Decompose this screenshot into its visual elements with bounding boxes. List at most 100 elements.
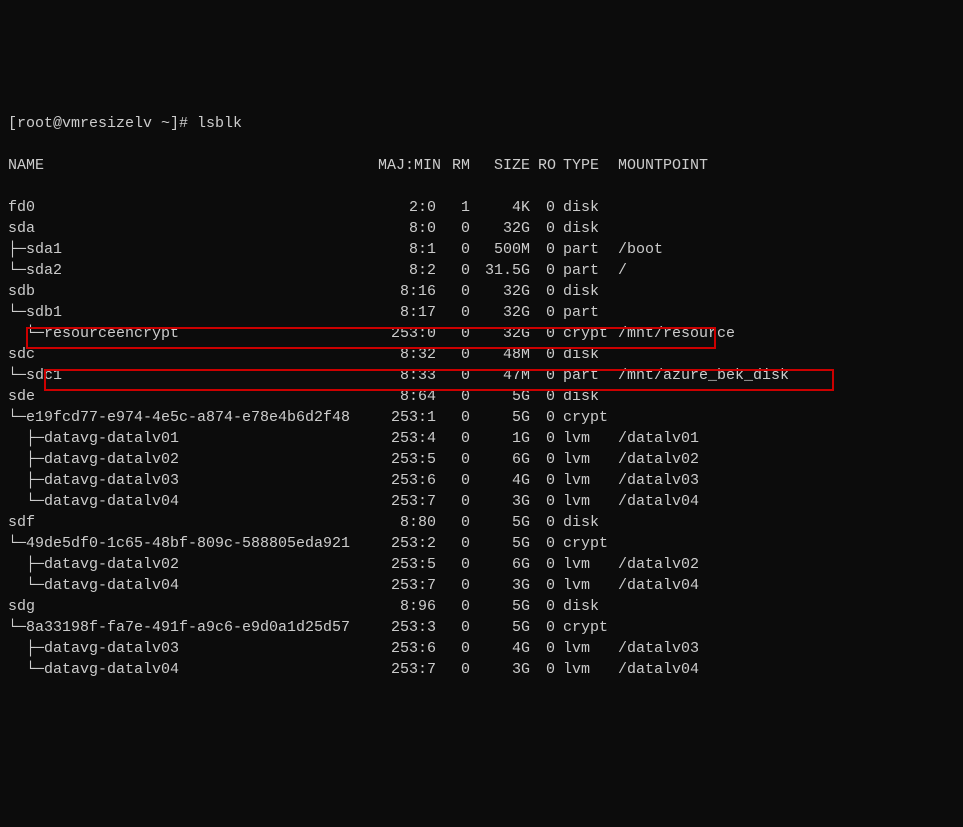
prompt-line[interactable]: [root@vmresizelv ~]# lsblk [8,113,955,134]
type: lvm [563,575,618,596]
type: lvm [563,638,618,659]
col-header-mount: MOUNTPOINT [618,155,708,176]
maj-min: 253:2 [378,533,448,554]
prompt-text: [root@vmresizelv ~]# [8,115,197,132]
ro: 0 [538,344,563,365]
ro: 0 [538,533,563,554]
table-row: ├─datavg-datalv02253:506G0lvm/datalv02 [8,449,955,470]
size: 4G [478,470,538,491]
size: 32G [478,281,538,302]
rm: 0 [448,260,478,281]
maj-min: 253:7 [378,575,448,596]
type: lvm [563,470,618,491]
size: 4G [478,638,538,659]
maj-min: 253:7 [378,659,448,680]
mountpoint: / [618,260,627,281]
rm: 0 [448,533,478,554]
table-row: ├─datavg-datalv03253:604G0lvm/datalv03 [8,470,955,491]
type: part [563,260,618,281]
type: lvm [563,554,618,575]
maj-min: 253:6 [378,638,448,659]
device-name: └─8a33198f-fa7e-491f-a9c6-e9d0a1d25d57 [8,617,378,638]
table-row: └─datavg-datalv04253:703G0lvm/datalv04 [8,659,955,680]
size: 32G [478,302,538,323]
device-name: sdf [8,512,378,533]
device-name: sda [8,218,378,239]
rm: 0 [448,491,478,512]
col-header-ro: RO [538,155,563,176]
table-row: ├─datavg-datalv03253:604G0lvm/datalv03 [8,638,955,659]
maj-min: 8:16 [378,281,448,302]
rm: 0 [448,407,478,428]
type: disk [563,512,618,533]
mountpoint: /mnt/resource [618,323,735,344]
rm: 0 [448,596,478,617]
table-row: sdb8:16032G0disk [8,281,955,302]
size: 31.5G [478,260,538,281]
device-name: └─sdb1 [8,302,378,323]
col-header-size: SIZE [478,155,538,176]
ro: 0 [538,575,563,596]
type: lvm [563,449,618,470]
rm: 0 [448,302,478,323]
device-name: ├─datavg-datalv02 [8,554,378,575]
command-text: lsblk [197,115,242,132]
table-row: └─sdc18:33047M0part/mnt/azure_bek_disk [8,365,955,386]
mountpoint: /datalv01 [618,428,699,449]
device-name: └─sda2 [8,260,378,281]
device-name: └─49de5df0-1c65-48bf-809c-588805eda921 [8,533,378,554]
size: 5G [478,596,538,617]
ro: 0 [538,596,563,617]
maj-min: 253:5 [378,554,448,575]
device-name: ├─sda1 [8,239,378,260]
ro: 0 [538,218,563,239]
mountpoint: /datalv04 [618,659,699,680]
device-name: └─e19fcd77-e974-4e5c-a874-e78e4b6d2f48 [8,407,378,428]
ro: 0 [538,260,563,281]
output-rows: fd02:014K0disksda8:0032G0disk├─sda18:105… [8,197,955,680]
rm: 1 [448,197,478,218]
device-name: sde [8,386,378,407]
maj-min: 8:80 [378,512,448,533]
type: crypt [563,533,618,554]
size: 48M [478,344,538,365]
device-name: └─datavg-datalv04 [8,491,378,512]
type: disk [563,218,618,239]
col-header-name: NAME [8,155,378,176]
mountpoint: /boot [618,239,663,260]
maj-min: 8:1 [378,239,448,260]
ro: 0 [538,386,563,407]
ro: 0 [538,365,563,386]
rm: 0 [448,323,478,344]
mountpoint: /datalv04 [618,575,699,596]
device-name: └─datavg-datalv04 [8,575,378,596]
ro: 0 [538,512,563,533]
ro: 0 [538,449,563,470]
table-row: └─49de5df0-1c65-48bf-809c-588805eda92125… [8,533,955,554]
size: 4K [478,197,538,218]
mountpoint: /datalv02 [618,449,699,470]
size: 32G [478,218,538,239]
ro: 0 [538,239,563,260]
maj-min: 8:17 [378,302,448,323]
col-header-type: TYPE [563,155,618,176]
ro: 0 [538,470,563,491]
table-row: └─resourceencrypt253:0032G0crypt/mnt/res… [8,323,955,344]
size: 5G [478,386,538,407]
type: disk [563,281,618,302]
table-row: sdf8:8005G0disk [8,512,955,533]
size: 47M [478,365,538,386]
device-name: └─sdc1 [8,365,378,386]
rm: 0 [448,554,478,575]
maj-min: 8:2 [378,260,448,281]
device-name: ├─datavg-datalv02 [8,449,378,470]
mountpoint: /datalv04 [618,491,699,512]
type: crypt [563,617,618,638]
maj-min: 253:7 [378,491,448,512]
size: 3G [478,659,538,680]
rm: 0 [448,344,478,365]
ro: 0 [538,554,563,575]
rm: 0 [448,218,478,239]
table-row: ├─sda18:10500M0part/boot [8,239,955,260]
device-name: └─resourceencrypt [8,323,378,344]
